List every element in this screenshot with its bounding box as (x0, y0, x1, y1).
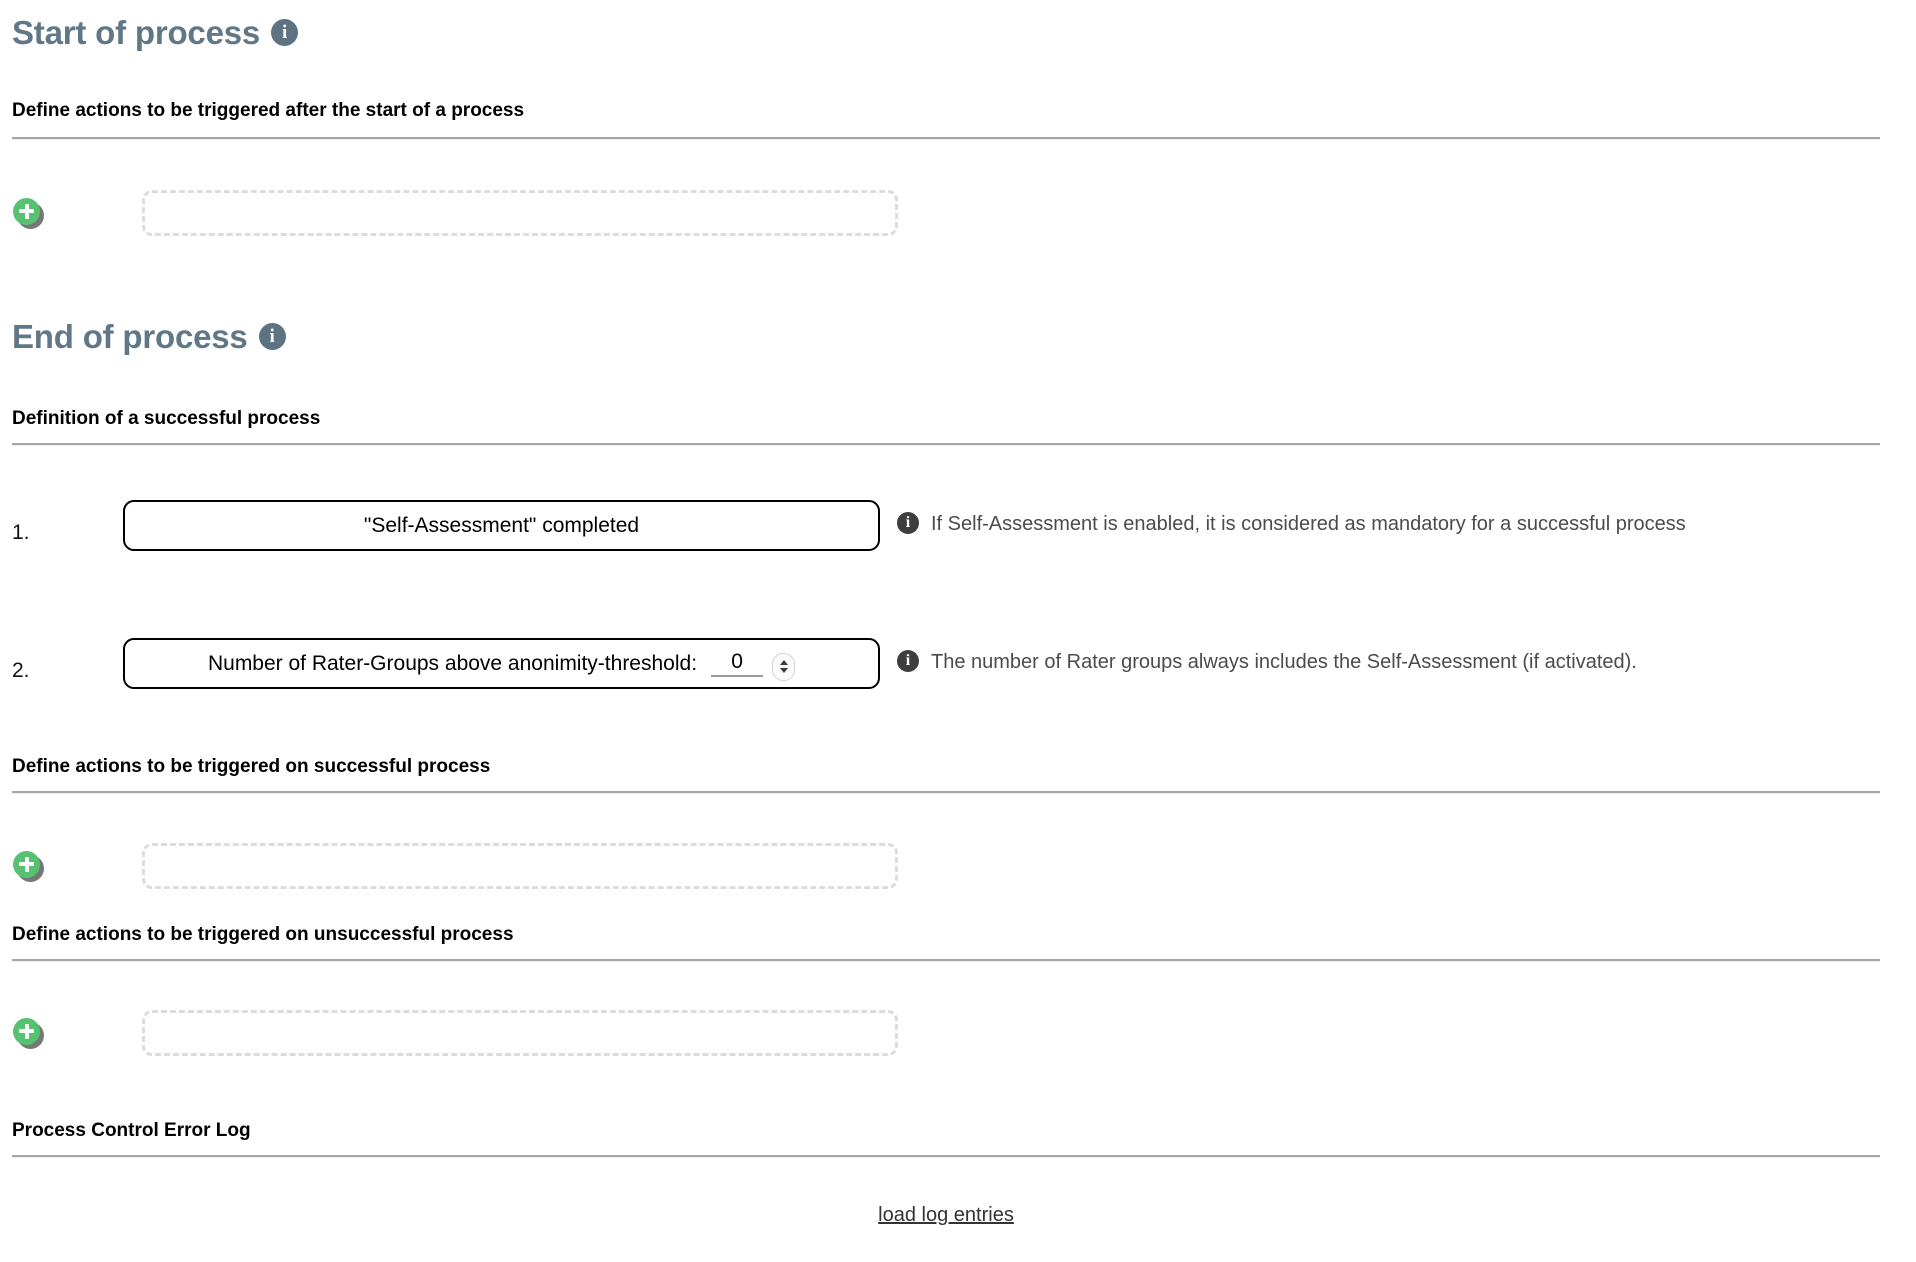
divider (12, 791, 1880, 794)
divider (12, 1155, 1880, 1158)
criterion-hint: i If Self-Assessment is enabled, it is c… (897, 500, 1686, 539)
criterion-hint-text: The number of Rater groups always includ… (931, 651, 1637, 673)
criterion-number: 1. (12, 521, 30, 544)
page-title-end-of-process: End of process i (12, 320, 286, 353)
criterion-self-assessment-completed-button[interactable]: "Self-Assessment" completed (123, 500, 880, 551)
stepper-arrows[interactable] (772, 652, 796, 681)
info-icon[interactable]: i (258, 323, 286, 350)
unsuccessful-actions-dropzone-row (12, 1010, 898, 1056)
actions-drop-zone[interactable] (142, 190, 898, 236)
divider (12, 137, 1880, 140)
criterion-rater-groups-threshold-button[interactable]: Number of Rater-Groups above anonimity-t… (123, 638, 880, 689)
add-action-button[interactable] (13, 1017, 44, 1049)
sub-heading-successful-actions: Define actions to be triggered on succes… (12, 756, 491, 777)
successful-actions-dropzone-row (12, 843, 898, 889)
info-icon[interactable]: i (271, 19, 299, 46)
sub-heading-unsuccessful-actions: Define actions to be triggered on unsucc… (12, 924, 514, 945)
criterion-row: 1. "Self-Assessment" completed i If Self… (12, 500, 1686, 551)
criterion-label: Number of Rater-Groups above anonimity-t… (207, 651, 698, 675)
divider (12, 443, 1880, 446)
info-icon: i (897, 650, 919, 672)
page-title-start-of-process: Start of process i (12, 14, 299, 51)
rater-group-count-input[interactable]: 0 (711, 651, 764, 677)
load-log-entries-row: load log entries (12, 1204, 1880, 1227)
sub-heading-successful-definition: Definition of a successful process (12, 408, 321, 429)
sub-heading-start-actions: Define actions to be triggered after the… (12, 100, 525, 121)
rater-group-stepper[interactable]: 0 (711, 650, 796, 681)
criterion-number: 2. (12, 659, 30, 682)
actions-drop-zone[interactable] (142, 843, 898, 889)
section-title-text: Start of process (12, 14, 261, 51)
plus-icon (13, 850, 40, 878)
info-icon: i (897, 512, 919, 534)
criterion-hint: i The number of Rater groups always incl… (897, 638, 1637, 677)
section-title-text: End of process (12, 318, 248, 355)
criterion-row: 2. Number of Rater-Groups above anonimit… (12, 638, 1637, 689)
chevron-up-icon[interactable] (779, 660, 788, 665)
criterion-hint-text: If Self-Assessment is enabled, it is con… (931, 513, 1686, 535)
chevron-down-icon[interactable] (779, 668, 788, 673)
plus-icon (13, 197, 40, 225)
actions-drop-zone[interactable] (142, 1010, 898, 1056)
plus-icon (13, 1017, 40, 1045)
sub-heading-process-control-error-log: Process Control Error Log (12, 1120, 251, 1141)
start-actions-dropzone-row (12, 190, 898, 236)
load-log-entries-link[interactable]: load log entries (878, 1204, 1014, 1227)
process-control-settings-page: Start of process i Define actions to be … (0, 0, 1916, 1262)
divider (12, 959, 1880, 962)
add-action-button[interactable] (13, 850, 44, 882)
add-action-button[interactable] (13, 197, 44, 229)
